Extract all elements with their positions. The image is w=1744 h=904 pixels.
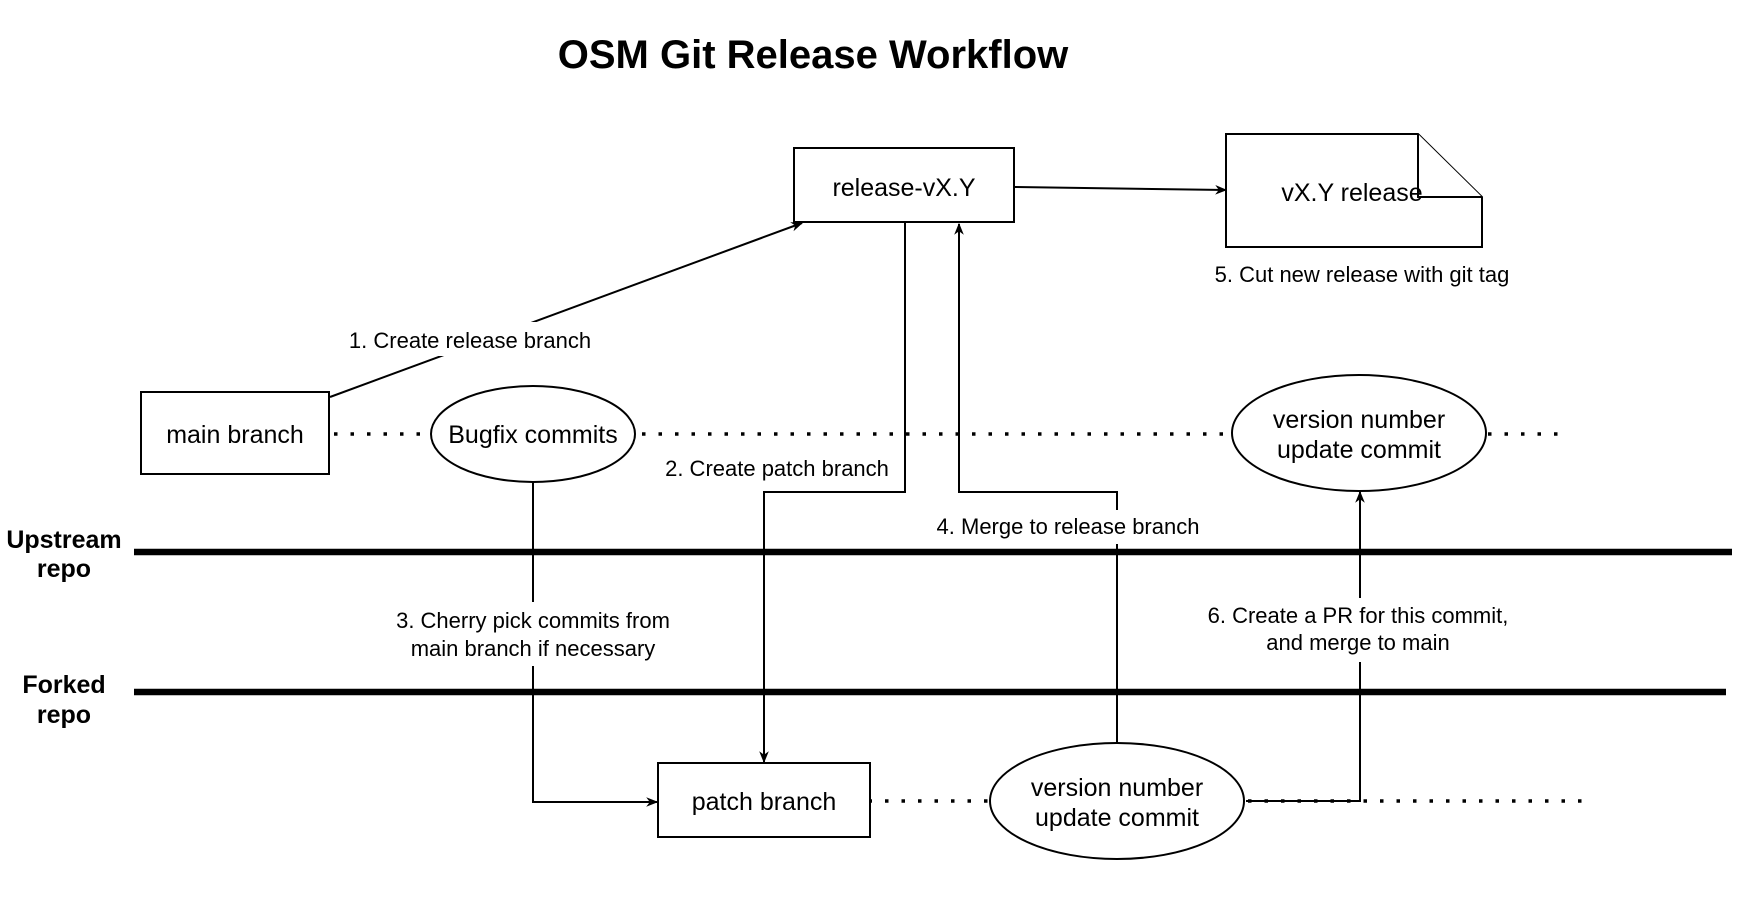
- edge-create-patch-branch: [759, 222, 906, 764]
- upstream-repo-label-line2: repo: [37, 555, 91, 583]
- step-6-label-line1: 6. Create a PR for this commit,: [1208, 603, 1509, 628]
- step-2-label: 2. Create patch branch: [665, 456, 889, 481]
- diagram-title: OSM Git Release Workflow: [558, 33, 1069, 77]
- bugfix-commits-label: Bugfix commits: [448, 421, 617, 449]
- node-bugfix-commits[interactable]: Bugfix commits: [430, 385, 636, 483]
- node-main-branch[interactable]: main branch: [140, 391, 330, 475]
- node-fork-version-commit[interactable]: version number update commit: [989, 742, 1245, 860]
- edge-cut-release: [1013, 185, 1228, 195]
- step-3-label-line2: main branch if necessary: [411, 636, 656, 661]
- upstream-repo-label: Upstream repo: [6, 526, 121, 583]
- edge-merge-to-release: [954, 222, 1118, 742]
- svg-text:5. Cut new release with git ta: 5. Cut new release with git tag: [1215, 262, 1510, 287]
- node-patch-branch[interactable]: patch branch: [657, 762, 871, 838]
- step-6-label-line2: and merge to main: [1266, 630, 1449, 655]
- upstream-version-commit-label-line1: version number: [1273, 406, 1445, 434]
- forked-repo-label: Forked repo: [22, 671, 105, 729]
- release-branch-label: release-vX.Y: [832, 174, 975, 202]
- patch-branch-label: patch branch: [692, 788, 837, 816]
- workflow-diagram: OSM Git Release Workflow Upstream repo F…: [6, 33, 1732, 860]
- svg-text:1. Create release branch: 1. Create release branch: [349, 328, 591, 353]
- step-3-label: 3. Cherry pick commits from main branch …: [380, 602, 686, 666]
- fork-version-commit-label-line2: update commit: [1035, 804, 1199, 832]
- main-branch-label: main branch: [166, 421, 304, 449]
- forked-repo-label-line1: Forked: [22, 671, 105, 699]
- step-5-label: 5. Cut new release with git tag: [1215, 262, 1510, 287]
- step-3-label-line1: 3. Cherry pick commits from: [396, 608, 670, 633]
- forked-repo-label-line2: repo: [37, 701, 91, 729]
- upstream-version-commit-label-line2: update commit: [1277, 436, 1441, 464]
- node-release-document[interactable]: vX.Y release: [1225, 133, 1483, 248]
- svg-text:2. Create patch branch: 2. Create patch branch: [665, 456, 889, 481]
- svg-text:4. Merge to release branch: 4. Merge to release branch: [937, 514, 1200, 539]
- fork-version-commit-label-line1: version number: [1031, 774, 1203, 802]
- node-release-branch[interactable]: release-vX.Y: [793, 147, 1015, 223]
- step-1-label: 1. Create release branch: [338, 322, 602, 356]
- step-4-label: 4. Merge to release branch: [926, 510, 1210, 544]
- node-upstream-version-commit[interactable]: version number update commit: [1231, 374, 1487, 492]
- edge-create-release-branch: [329, 222, 804, 398]
- release-document-label: vX.Y release: [1281, 179, 1422, 207]
- upstream-repo-label-line1: Upstream: [6, 526, 121, 554]
- step-6-label: 6. Create a PR for this commit, and merg…: [1196, 598, 1520, 662]
